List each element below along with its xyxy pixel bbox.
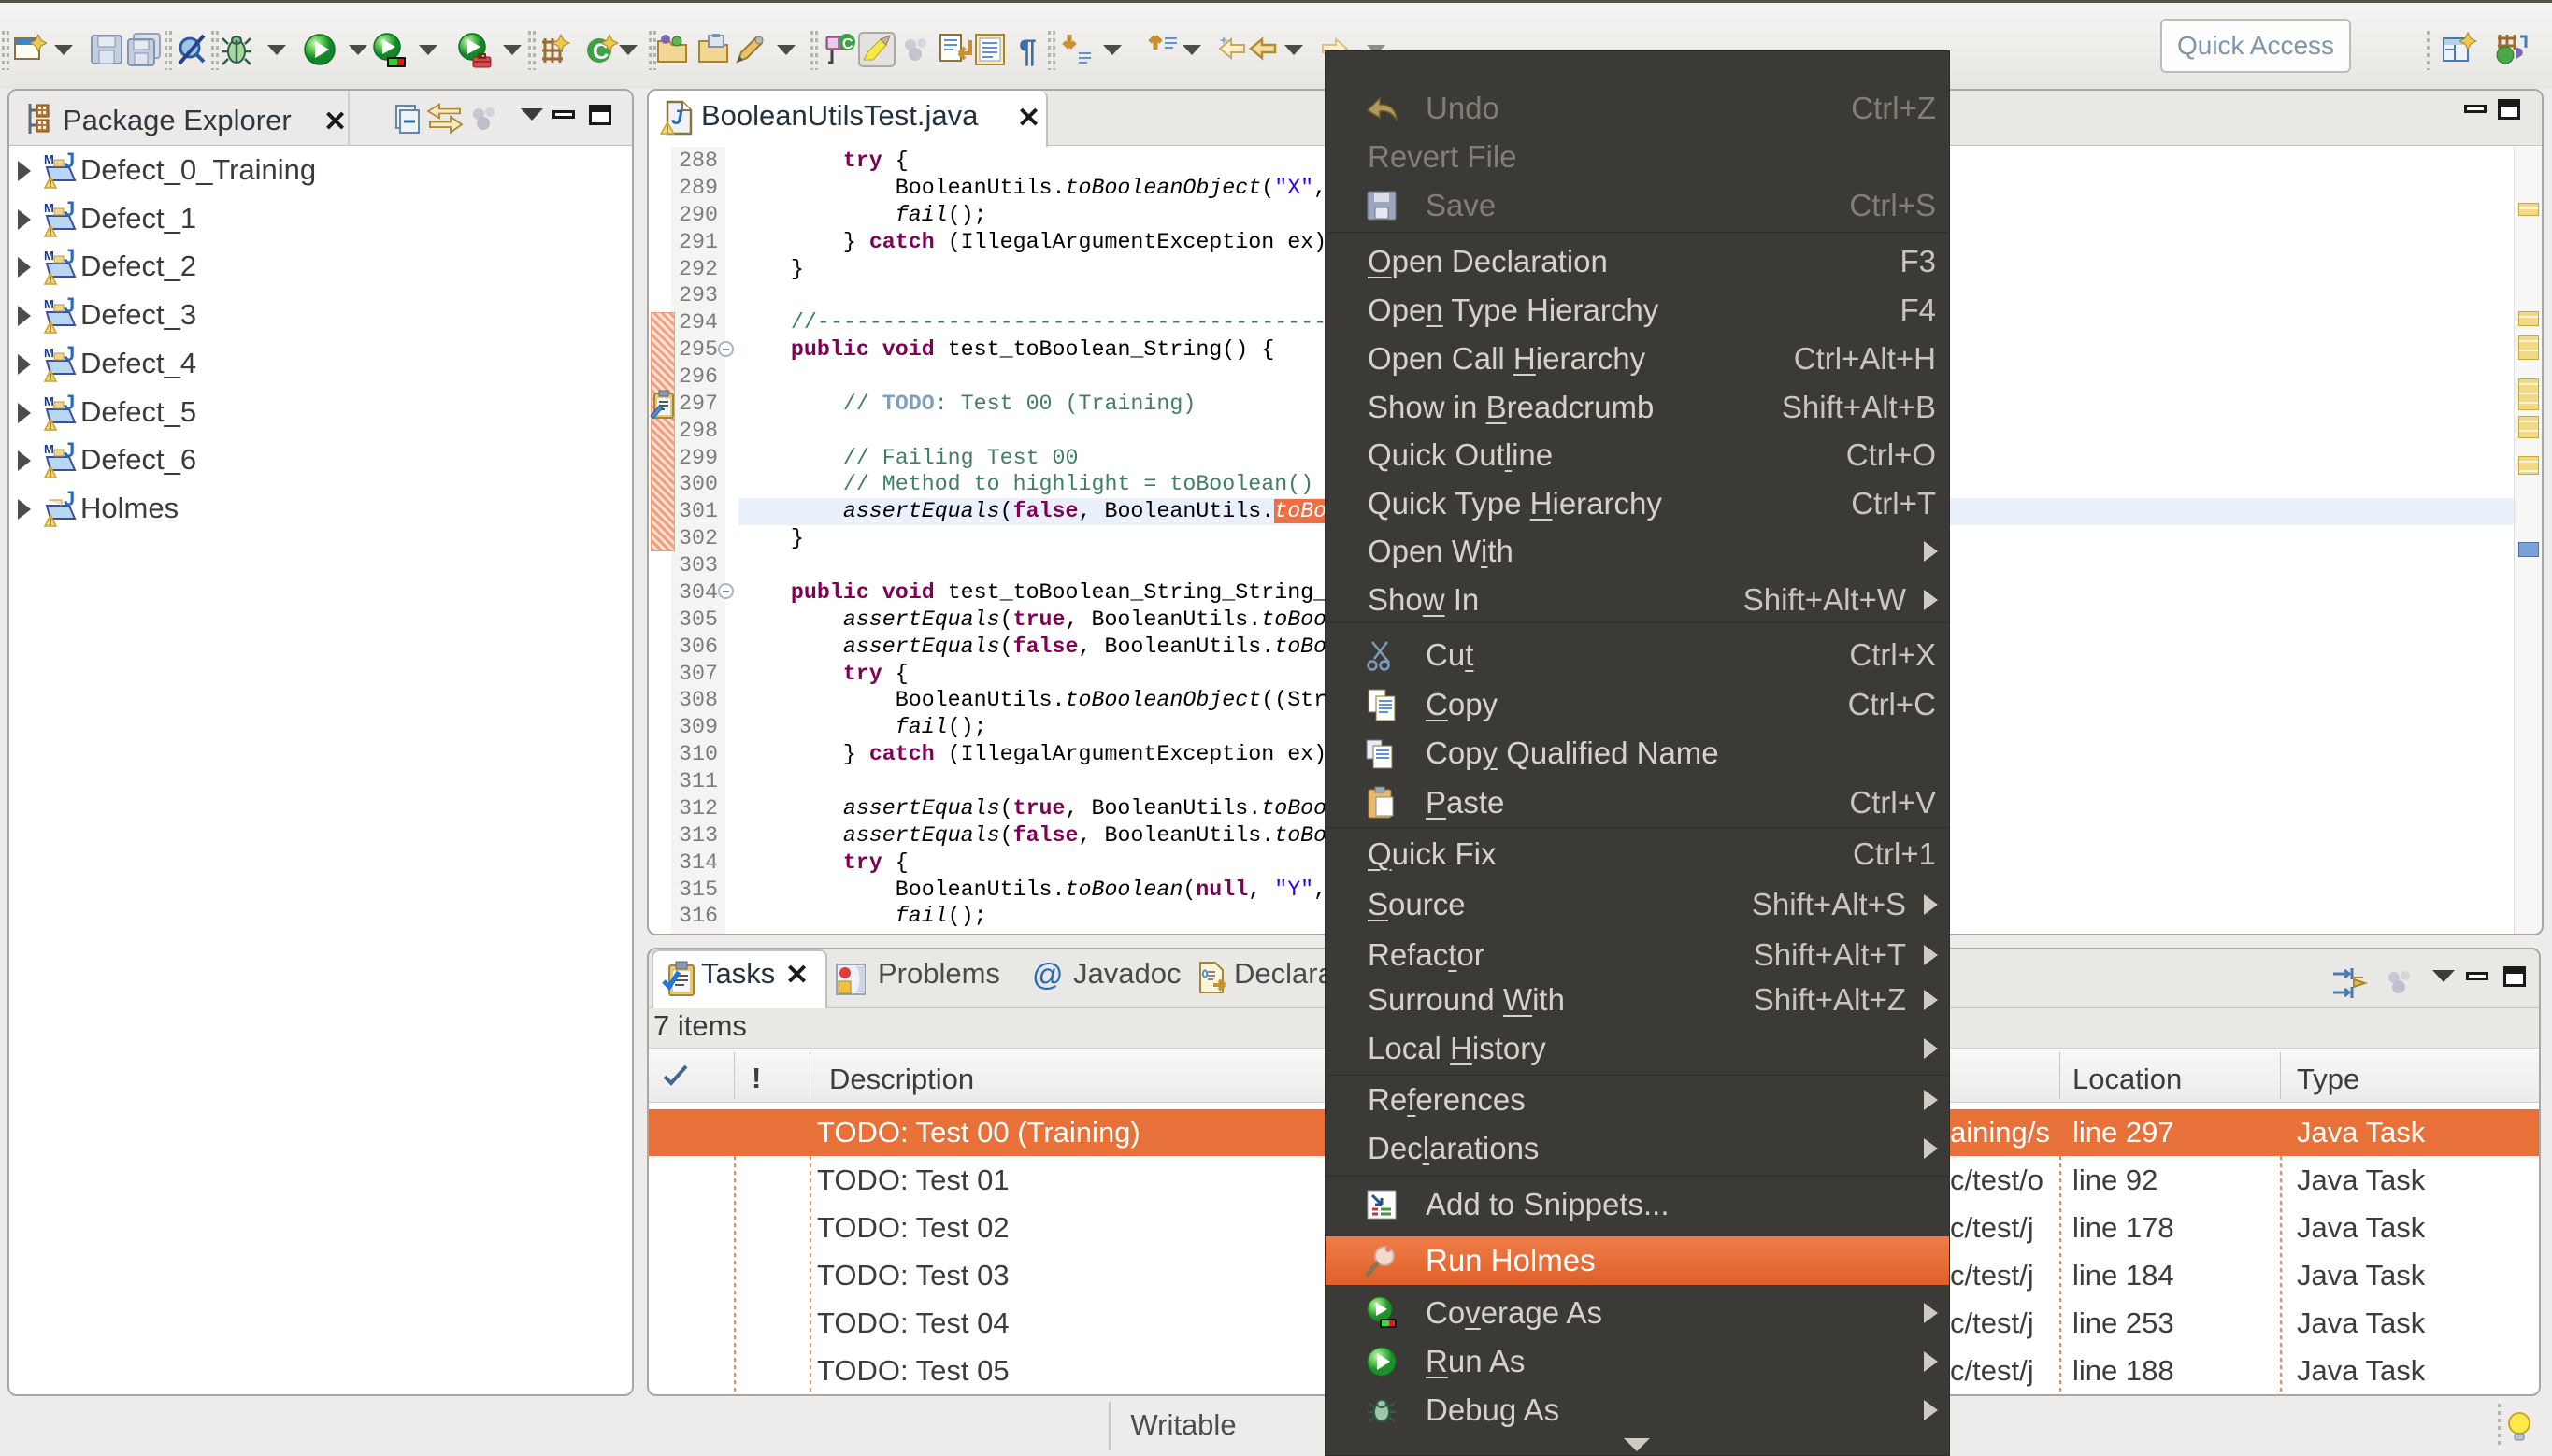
svg-text:J: J (64, 249, 75, 268)
svg-text:!: ! (666, 124, 669, 136)
svg-text:J: J (64, 152, 75, 172)
svg-text:J: J (64, 394, 75, 414)
svg-text:J: J (64, 442, 75, 462)
svg-text:!: ! (49, 227, 52, 238)
svg-text:M: M (44, 346, 54, 360)
svg-text:!: ! (49, 421, 52, 432)
svg-text:J: J (64, 491, 75, 510)
svg-text:M: M (44, 297, 54, 311)
svg-text:!: ! (49, 517, 52, 528)
svg-text:M: M (44, 152, 54, 166)
svg-text:M: M (44, 442, 54, 456)
svg-text:M: M (44, 249, 54, 263)
svg-text:C: C (842, 36, 853, 52)
svg-text:J: J (64, 297, 75, 317)
svg-text:!: ! (49, 372, 52, 383)
svg-text:J: J (64, 346, 75, 365)
svg-text:!: ! (49, 275, 52, 286)
svg-text:!: ! (49, 178, 52, 190)
svg-text:J: J (64, 201, 75, 221)
svg-text:M: M (44, 394, 54, 408)
svg-text:!: ! (49, 468, 52, 479)
svg-text:!: ! (49, 323, 52, 335)
svg-text:J: J (671, 106, 683, 129)
svg-text:M: M (44, 201, 54, 215)
